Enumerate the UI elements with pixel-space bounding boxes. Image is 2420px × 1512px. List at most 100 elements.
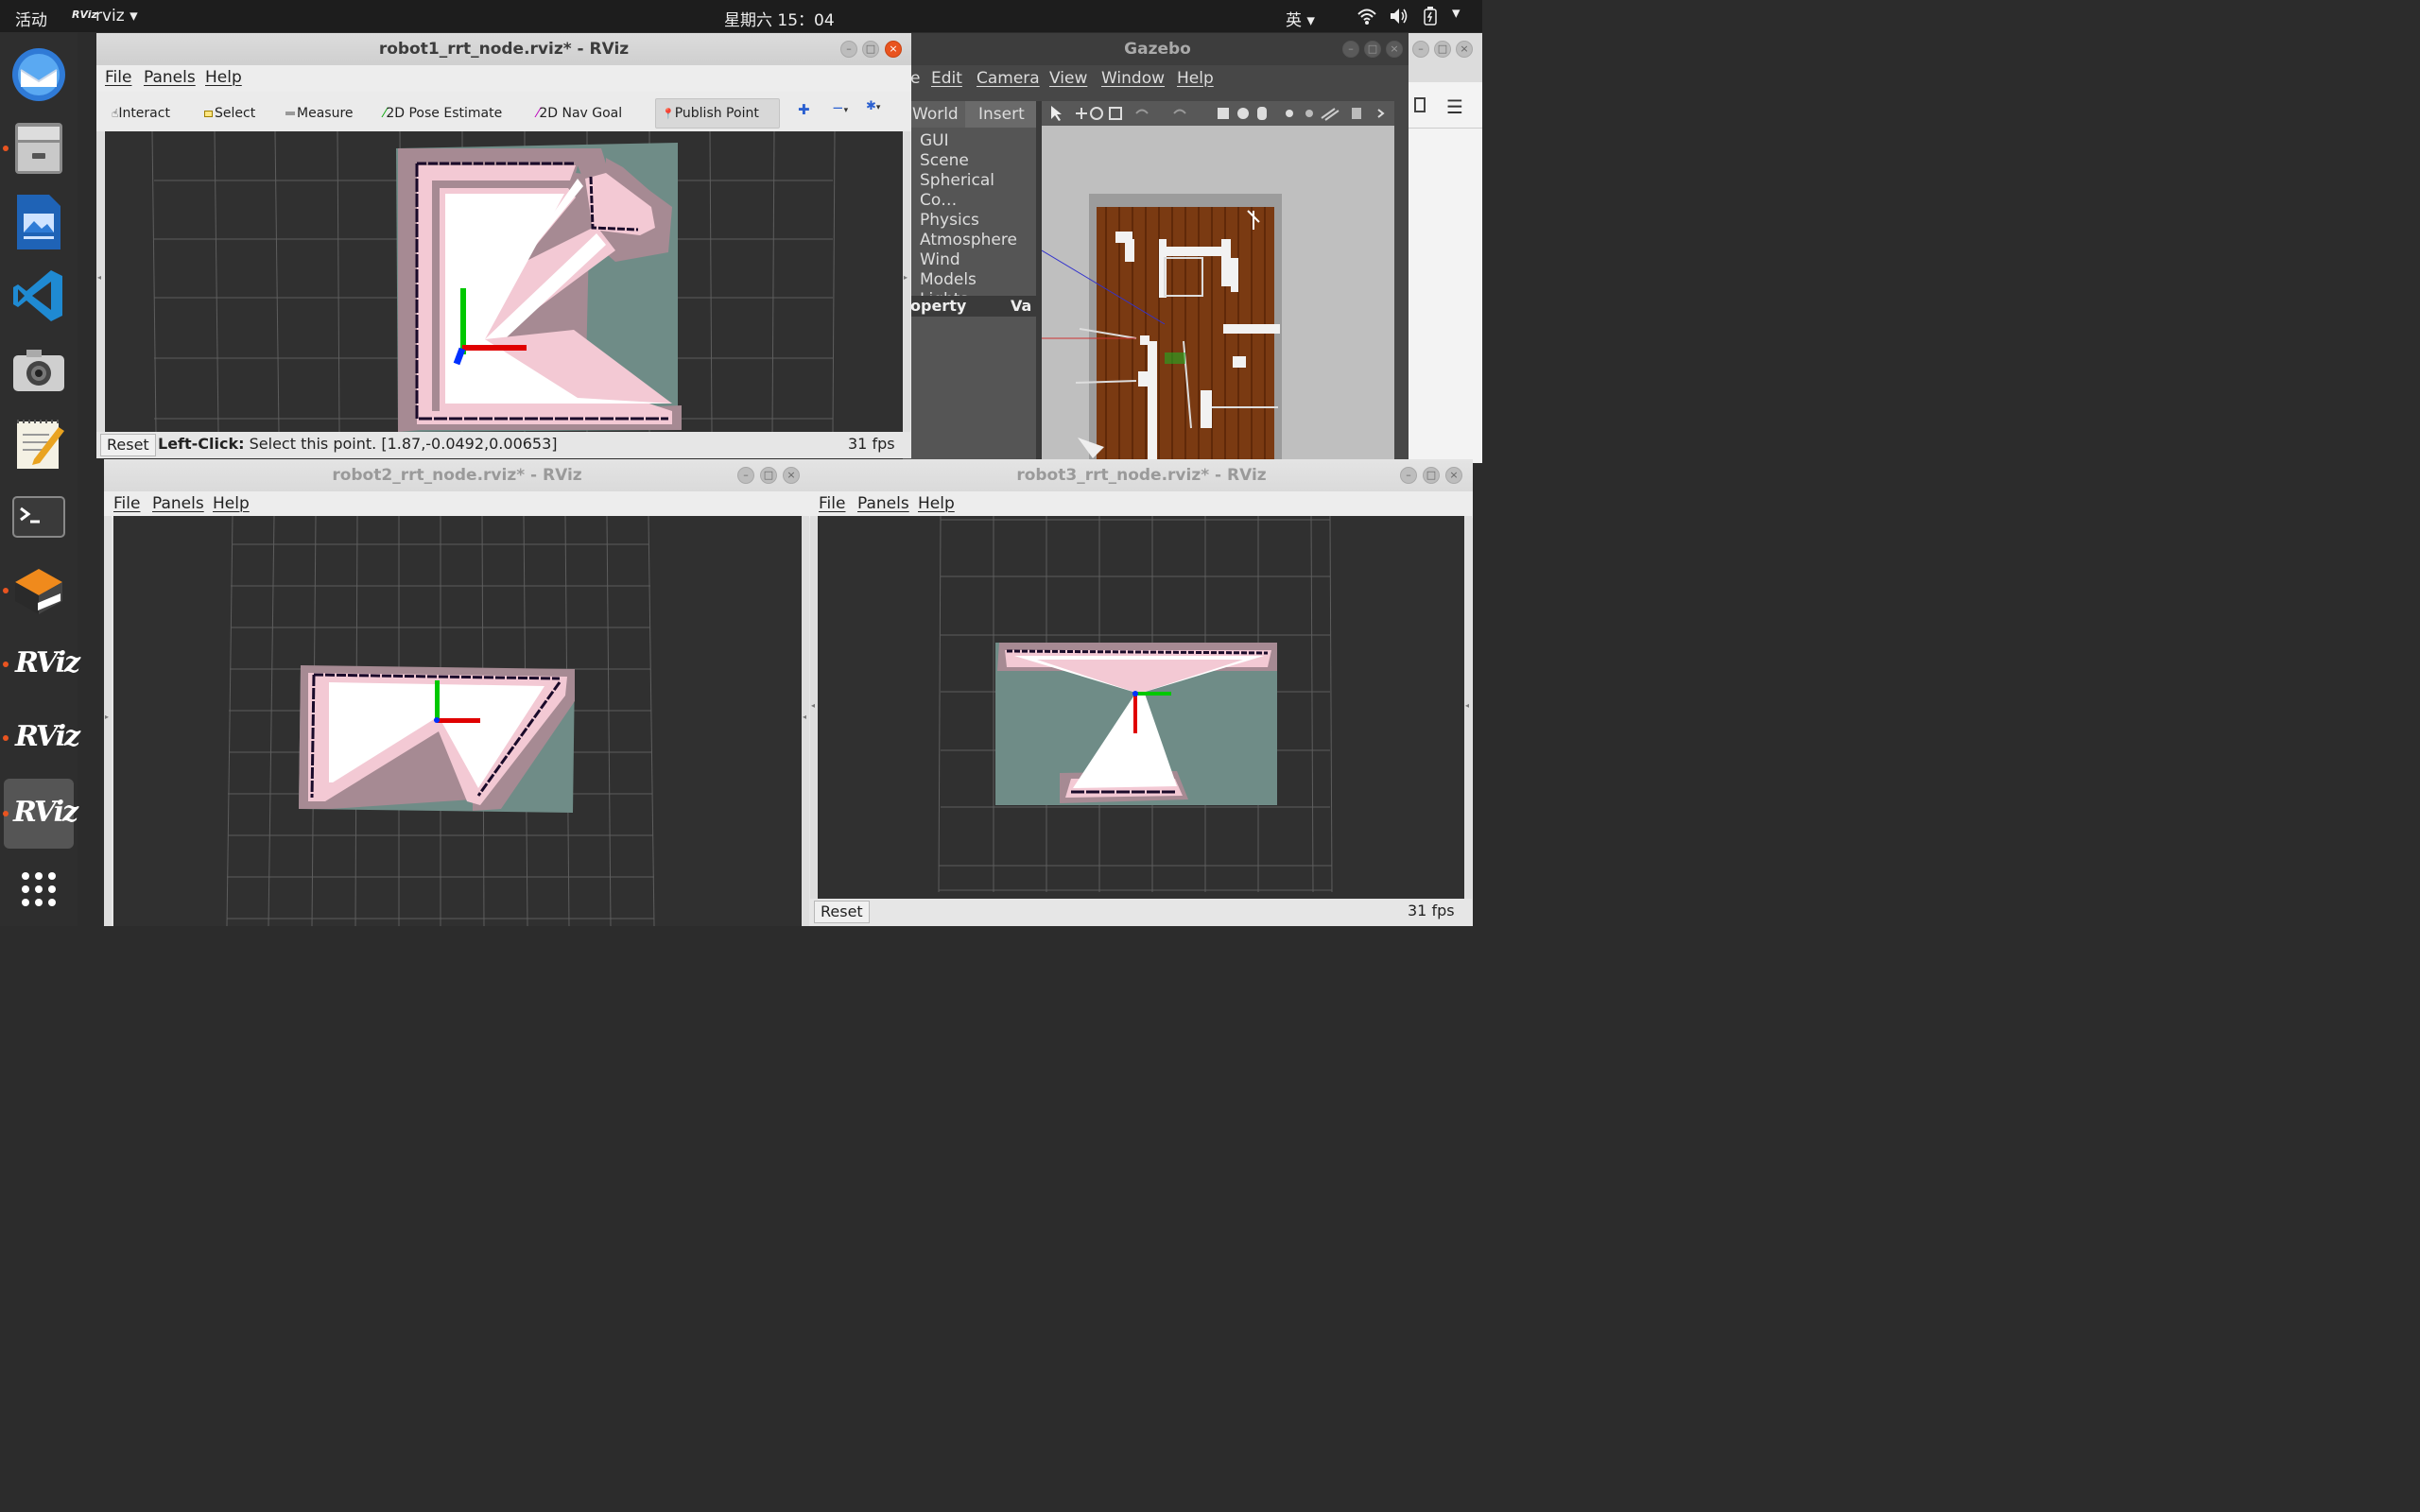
close-button[interactable]: ×: [1456, 41, 1473, 58]
pose-estimate-tool-button[interactable]: ⁄2D Pose Estimate: [378, 101, 508, 126]
app-menu-button[interactable]: rviz ▾: [95, 7, 138, 26]
files-launcher[interactable]: [3, 119, 68, 178]
directional-light-icon: [1321, 108, 1340, 121]
measure-tool-button[interactable]: Measure: [280, 101, 359, 126]
document-viewer-launcher[interactable]: [9, 193, 68, 251]
minimize-button[interactable]: –: [840, 41, 857, 58]
tool-label: Publish Point: [674, 106, 759, 121]
clock[interactable]: 星期六 15：04: [724, 7, 835, 30]
red-pin-icon: 📍: [662, 108, 675, 120]
box-app-launcher[interactable]: [3, 561, 68, 620]
document-icon[interactable]: [1414, 97, 1426, 112]
add-tool-icon[interactable]: ✚: [798, 101, 810, 118]
minimize-button[interactable]: –: [737, 467, 754, 484]
maximize-button[interactable]: □: [760, 467, 777, 484]
interact-tool-button[interactable]: ☝Interact: [106, 101, 176, 126]
tree-item[interactable]: Models: [920, 270, 1036, 290]
terminal-launcher[interactable]: [9, 488, 68, 546]
select-tool-button[interactable]: Select: [199, 101, 261, 126]
close-button[interactable]: ×: [1445, 467, 1462, 484]
tree-item[interactable]: Spherical Co…: [920, 171, 1036, 211]
menu-file[interactable]: File: [819, 494, 845, 513]
menu-panels[interactable]: Panels: [152, 494, 204, 513]
right-panel-handle[interactable]: ▸: [903, 131, 910, 432]
gazebo-splitter[interactable]: [1036, 101, 1042, 463]
ruler-icon: [285, 112, 295, 115]
hamburger-menu-icon[interactable]: ☰: [1446, 95, 1463, 118]
left-panel-handle[interactable]: ▸: [104, 516, 112, 926]
3d-view-robot1[interactable]: [105, 131, 903, 432]
wifi-icon[interactable]: [1357, 8, 1376, 25]
text-editor-launcher[interactable]: [9, 414, 68, 472]
menu-file[interactable]: File: [105, 68, 131, 87]
maximize-button[interactable]: □: [1423, 467, 1440, 484]
tab-world[interactable]: World: [912, 105, 959, 124]
z-axis-marker: [1132, 691, 1138, 696]
menu-window[interactable]: Window: [1101, 69, 1165, 88]
menu-help[interactable]: Help: [1177, 69, 1214, 88]
y-axis-marker: [1133, 692, 1171, 696]
tab-insert[interactable]: Insert: [978, 105, 1025, 124]
maximize-button[interactable]: □: [1364, 41, 1381, 58]
thunderbird-launcher[interactable]: [9, 45, 68, 104]
left-panel-handle[interactable]: ◂: [810, 516, 818, 899]
property-column-label: operty: [910, 297, 967, 315]
translate-mode-icon: [1076, 108, 1087, 119]
camera-launcher[interactable]: [9, 340, 68, 399]
vscode-launcher[interactable]: [9, 266, 68, 325]
menu-help[interactable]: Help: [213, 494, 250, 513]
right-panel-handle[interactable]: ◂: [1464, 516, 1472, 899]
activities-button[interactable]: 活动: [15, 7, 47, 30]
tree-item[interactable]: GUI: [920, 131, 1036, 151]
chevron-down-icon: ▾: [1306, 11, 1315, 30]
menu-panels[interactable]: Panels: [857, 494, 909, 513]
tree-item[interactable]: Wind: [920, 250, 1036, 270]
menu-help[interactable]: Help: [918, 494, 955, 513]
nav-goal-tool-button[interactable]: ⁄2D Nav Goal: [531, 101, 628, 126]
system-menu-chevron-icon[interactable]: ▾: [1452, 4, 1461, 23]
gazebo-window: Gazebo – □ × e Edit Camera View Window H…: [903, 33, 1412, 463]
minimize-button[interactable]: –: [1412, 41, 1429, 58]
menu-camera[interactable]: Camera: [977, 69, 1040, 88]
y-axis-marker: [460, 288, 466, 354]
minimize-button[interactable]: –: [1400, 467, 1417, 484]
tool-options-icon[interactable]: ✱▾: [866, 99, 880, 113]
menu-file[interactable]: e: [910, 69, 920, 88]
show-applications-button[interactable]: [9, 860, 68, 919]
remove-tool-icon[interactable]: −▾: [832, 99, 848, 116]
left-panel-handle[interactable]: ◂: [96, 131, 104, 432]
reset-button[interactable]: Reset: [814, 901, 870, 923]
rviz-launcher[interactable]: RViz: [3, 635, 80, 694]
close-button[interactable]: ×: [885, 41, 902, 58]
occupancy-grid-map: [151, 131, 836, 432]
menubar: File Panels Help: [104, 491, 810, 518]
tools-toolbar: ☝Interact Select Measure ⁄2D Pose Estima…: [96, 92, 911, 131]
tree-item[interactable]: Scene: [920, 151, 1036, 171]
rviz3-window: robot3_rrt_node.rviz* - RViz – □ × File …: [810, 459, 1473, 926]
3d-view-robot3[interactable]: [818, 516, 1464, 899]
menu-panels[interactable]: Panels: [144, 68, 196, 87]
menu-help[interactable]: Help: [205, 68, 242, 87]
redo-icon: [1173, 109, 1186, 114]
rviz-launcher[interactable]: RViz: [3, 709, 80, 767]
maximize-button[interactable]: □: [862, 41, 879, 58]
close-button[interactable]: ×: [783, 467, 800, 484]
rviz-launcher-active[interactable]: RViz: [3, 779, 78, 849]
minimize-button[interactable]: –: [1342, 41, 1359, 58]
tree-item[interactable]: Atmosphere: [920, 231, 1036, 250]
reset-button[interactable]: Reset: [100, 434, 156, 456]
volume-icon[interactable]: [1390, 8, 1409, 25]
maximize-button[interactable]: □: [1434, 41, 1451, 58]
menu-file[interactable]: File: [113, 494, 140, 513]
input-method-indicator[interactable]: 英 ▾: [1286, 7, 1315, 30]
battery-icon[interactable]: [1424, 7, 1437, 26]
publish-point-tool-button[interactable]: 📍Publish Point: [655, 98, 780, 129]
menu-view[interactable]: View: [1049, 69, 1087, 88]
status-hint-bold: Left-Click:: [158, 435, 245, 453]
right-panel-handle[interactable]: ◂: [802, 516, 809, 926]
3d-view-robot2[interactable]: [113, 516, 802, 926]
close-button[interactable]: ×: [1386, 41, 1403, 58]
menu-edit[interactable]: Edit: [931, 69, 962, 88]
tree-item[interactable]: Physics: [920, 211, 1036, 231]
gazebo-scene[interactable]: [1041, 126, 1394, 463]
